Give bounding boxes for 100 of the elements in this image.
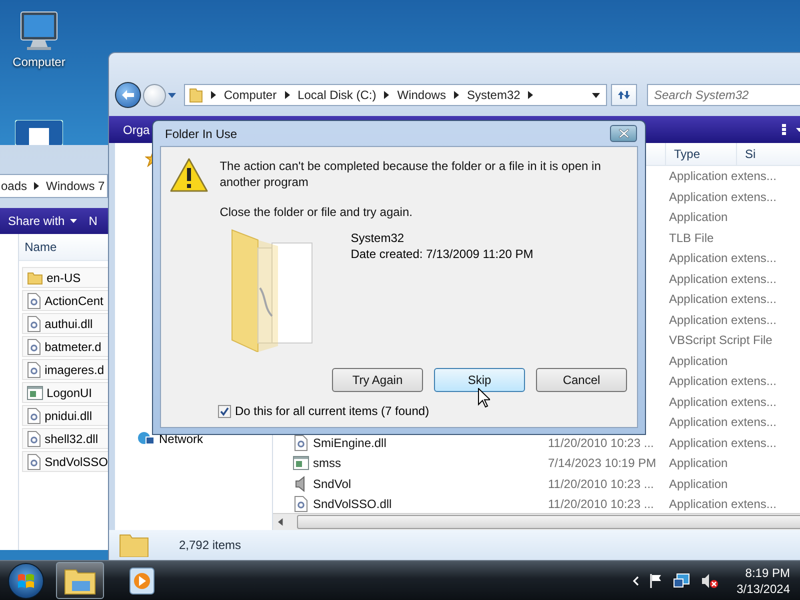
view-options-icon[interactable] [782,124,786,135]
file-name: shell32.dll [44,432,98,446]
address-bar[interactable]: Computer Local Disk (C:) Windows System32 [184,84,608,106]
breadcrumb-segment[interactable]: System32 [466,88,520,102]
column-header[interactable]: Si [736,143,800,165]
gear-file-icon [26,408,41,424]
file-row[interactable]: authui.dll [22,313,108,334]
file-name: SndVolSSO.dll [313,497,393,512]
folder-name: System32 [350,230,406,246]
file-row[interactable]: SmiEngine.dll 11/20/2010 10:23 ... Application extens... [273,432,800,453]
arrow-left-icon [122,90,134,100]
scroll-left-icon[interactable] [278,518,283,526]
file-row[interactable]: pnidui.dll [22,405,108,426]
refresh-arrows-icon [617,89,632,101]
dialog-button[interactable]: Skip [434,368,525,392]
dialog-title: Folder In Use [165,126,238,140]
folder-icon [26,270,43,286]
file-type: Application extens... [669,497,778,512]
gear-file-icon [26,316,41,332]
folder-icon [64,566,96,594]
caret-down-icon[interactable] [592,92,600,98]
file-name: authui.dll [44,316,93,330]
file-row[interactable]: en-US [22,267,108,288]
date-created: Date created: 7/13/2009 11:20 PM [350,246,534,262]
file-row[interactable]: LogonUI [22,382,108,403]
file-name: LogonUI [46,386,92,400]
date-modified: 11/20/2010 10:23 ... [548,497,655,512]
dialog-button[interactable]: Try Again [332,368,423,392]
start-button[interactable] [8,562,44,598]
file-name: ActionCent [44,294,104,308]
breadcrumb-segment[interactable]: Windows [397,88,446,102]
file-row[interactable]: SndVolSSO [22,451,108,472]
refresh-button[interactable] [611,84,637,106]
file-name: SmiEngine.dll [313,436,388,450]
app-shortcut-icon[interactable] [15,120,63,146]
chevron-right-icon [34,182,40,190]
checkbox[interactable] [218,404,231,418]
file-type: Application [669,456,729,470]
dialog-button[interactable]: Cancel [536,368,627,392]
date-modified: 11/20/2010 10:23 ... [548,476,655,491]
close-button[interactable] [610,125,637,142]
folder-icon [119,533,149,557]
speaker-muted-icon[interactable] [700,572,719,588]
toolbar-button[interactable]: Share with [8,214,77,228]
file-type: Application extens... [669,436,778,450]
file-name: SndVol [313,476,352,491]
toolbar-button[interactable]: Orga [123,122,150,136]
network-monitor-icon[interactable] [672,572,691,588]
chevron-left-icon[interactable] [632,576,639,586]
breadcrumb-segment[interactable]: Local Disk (C:) [298,88,376,102]
address-bar[interactable]: oads Windows 7 [0,174,108,198]
mouse-pointer-icon [478,388,490,408]
checkbox-label[interactable]: Do this for all current items (7 found) [235,404,430,418]
item-count: 2,792 items [179,538,242,552]
date-modified: 11/20/2010 10:23 ... [548,436,655,450]
chevron-right-icon [284,91,290,99]
chevron-right-icon [210,91,216,99]
file-name: smss [313,456,342,470]
dialog-instruction: Close the folder or file and try again. [220,204,414,220]
horizontal-scrollbar[interactable] [273,513,800,530]
gear-file-icon [294,434,308,451]
application-window-icon [293,456,309,470]
breadcrumb-segment[interactable]: Windows 7 [46,179,105,193]
file-type: Application [669,354,729,368]
scrollbar-thumb[interactable] [296,515,800,529]
nav-item[interactable]: Network [159,432,204,446]
globe-computer-icon [137,431,155,447]
file-row[interactable]: shell32.dll [22,428,108,449]
file-row[interactable]: SndVolSSO.dll 11/20/2010 10:23 ... Application extens... [273,494,800,513]
taskbar-app-button[interactable] [56,562,104,599]
close-icon [618,129,628,138]
gear-file-icon [294,496,308,512]
back-button[interactable] [115,82,141,108]
file-type: Application extens... [669,190,778,204]
file-name: SndVolSSO [44,454,108,468]
file-row[interactable]: imageres.d [22,359,108,380]
clock-date[interactable]: 3/13/2024 [736,580,790,596]
file-row[interactable]: smss 7/14/2023 10:19 PM Application [273,453,800,474]
breadcrumb-segment[interactable]: oads [1,179,28,193]
file-row[interactable]: batmeter.d [22,336,108,357]
date-modified: 7/14/2023 10:19 PM [548,456,658,470]
toolbar-button[interactable]: N [88,214,98,228]
search-field[interactable]: Search System32 [647,84,800,106]
clock-time[interactable]: 8:19 PM [745,564,790,580]
column-header[interactable]: Name [24,240,57,254]
breadcrumb-segment[interactable]: Computer [224,88,277,102]
file-row[interactable]: ActionCent [22,290,108,311]
file-type: Application extens... [669,292,778,306]
dialog-message: The action can't be completed because the folder or a file in it is open in another program [220,158,602,190]
chevron-right-icon [454,91,459,99]
warning-icon [170,158,208,192]
file-row[interactable]: SndVol 11/20/2010 10:23 ... Application [273,474,800,494]
desktop-icon-label[interactable]: Computer [12,55,66,69]
gear-file-icon [26,292,41,308]
column-header[interactable]: Type [665,143,736,165]
gear-file-icon [26,454,41,470]
caret-down-icon [70,219,77,223]
chevron-right-icon [528,91,534,99]
flag-icon[interactable] [648,572,663,588]
file-type: Application extens... [669,312,778,327]
